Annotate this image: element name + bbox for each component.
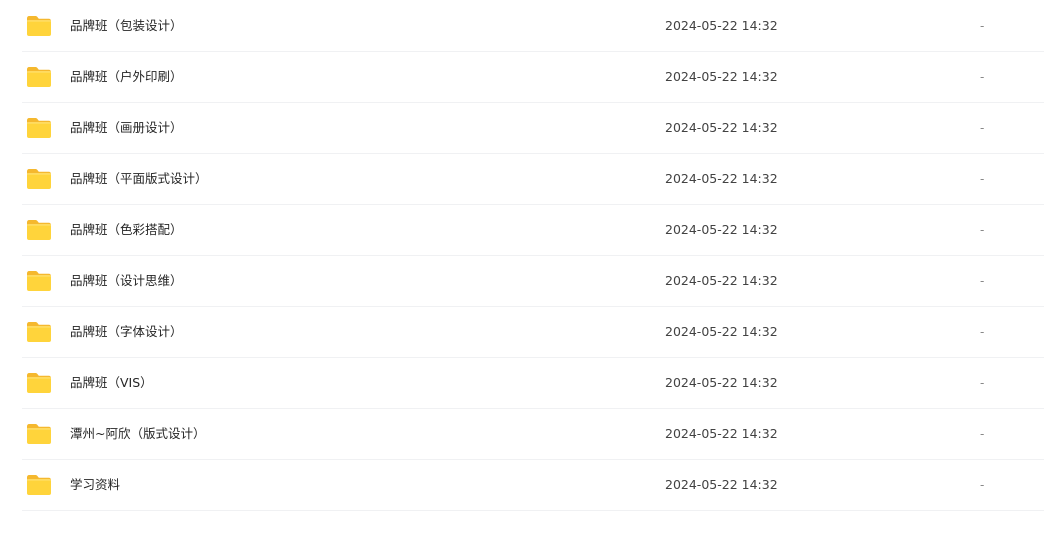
modified-date: 2024-05-22 14:32 (665, 273, 778, 288)
file-size: - (980, 121, 985, 135)
file-size: - (980, 19, 985, 33)
folder-icon (26, 270, 52, 292)
file-list: 品牌班（包装设计） 2024-05-22 14:32 - 品牌班（户外印刷） 2… (22, 1, 1044, 511)
modified-date: 2024-05-22 14:32 (665, 375, 778, 390)
folder-row[interactable]: 品牌班（画册设计） 2024-05-22 14:32 - (22, 103, 1044, 154)
folder-icon (26, 219, 52, 241)
folder-row[interactable]: 品牌班（字体设计） 2024-05-22 14:32 - (22, 307, 1044, 358)
folder-name[interactable]: 品牌班（设计思维） (70, 256, 183, 306)
folder-icon (26, 474, 52, 496)
file-size: - (980, 274, 985, 288)
folder-icon (26, 15, 52, 37)
folder-row[interactable]: 品牌班（色彩搭配） 2024-05-22 14:32 - (22, 205, 1044, 256)
folder-icon (26, 372, 52, 394)
folder-row[interactable]: 潭州~阿欣（版式设计） 2024-05-22 14:32 - (22, 409, 1044, 460)
folder-row[interactable]: 品牌班（户外印刷） 2024-05-22 14:32 - (22, 52, 1044, 103)
folder-name[interactable]: 品牌班（包装设计） (70, 1, 183, 51)
file-size: - (980, 427, 985, 441)
modified-date: 2024-05-22 14:32 (665, 120, 778, 135)
folder-row[interactable]: 品牌班（包装设计） 2024-05-22 14:32 - (22, 1, 1044, 52)
folder-icon (26, 66, 52, 88)
file-size: - (980, 376, 985, 390)
folder-name[interactable]: 品牌班（画册设计） (70, 103, 183, 153)
modified-date: 2024-05-22 14:32 (665, 18, 778, 33)
folder-icon (26, 321, 52, 343)
modified-date: 2024-05-22 14:32 (665, 477, 778, 492)
folder-name[interactable]: 品牌班（VIS） (70, 358, 153, 408)
folder-name[interactable]: 品牌班（户外印刷） (70, 52, 183, 102)
file-size: - (980, 223, 985, 237)
file-size: - (980, 70, 985, 84)
file-size: - (980, 325, 985, 339)
folder-icon (26, 168, 52, 190)
folder-name[interactable]: 潭州~阿欣（版式设计） (70, 409, 205, 459)
modified-date: 2024-05-22 14:32 (665, 171, 778, 186)
modified-date: 2024-05-22 14:32 (665, 222, 778, 237)
folder-name[interactable]: 品牌班（色彩搭配） (70, 205, 183, 255)
folder-row[interactable]: 品牌班（设计思维） 2024-05-22 14:32 - (22, 256, 1044, 307)
folder-name[interactable]: 学习资料 (70, 460, 120, 510)
folder-icon (26, 423, 52, 445)
folder-row[interactable]: 品牌班（平面版式设计） 2024-05-22 14:32 - (22, 154, 1044, 205)
file-size: - (980, 478, 985, 492)
modified-date: 2024-05-22 14:32 (665, 69, 778, 84)
modified-date: 2024-05-22 14:32 (665, 324, 778, 339)
folder-name[interactable]: 品牌班（字体设计） (70, 307, 183, 357)
modified-date: 2024-05-22 14:32 (665, 426, 778, 441)
folder-row[interactable]: 品牌班（VIS） 2024-05-22 14:32 - (22, 358, 1044, 409)
folder-name[interactable]: 品牌班（平面版式设计） (70, 154, 208, 204)
folder-icon (26, 117, 52, 139)
file-size: - (980, 172, 985, 186)
folder-row[interactable]: 学习资料 2024-05-22 14:32 - (22, 460, 1044, 511)
